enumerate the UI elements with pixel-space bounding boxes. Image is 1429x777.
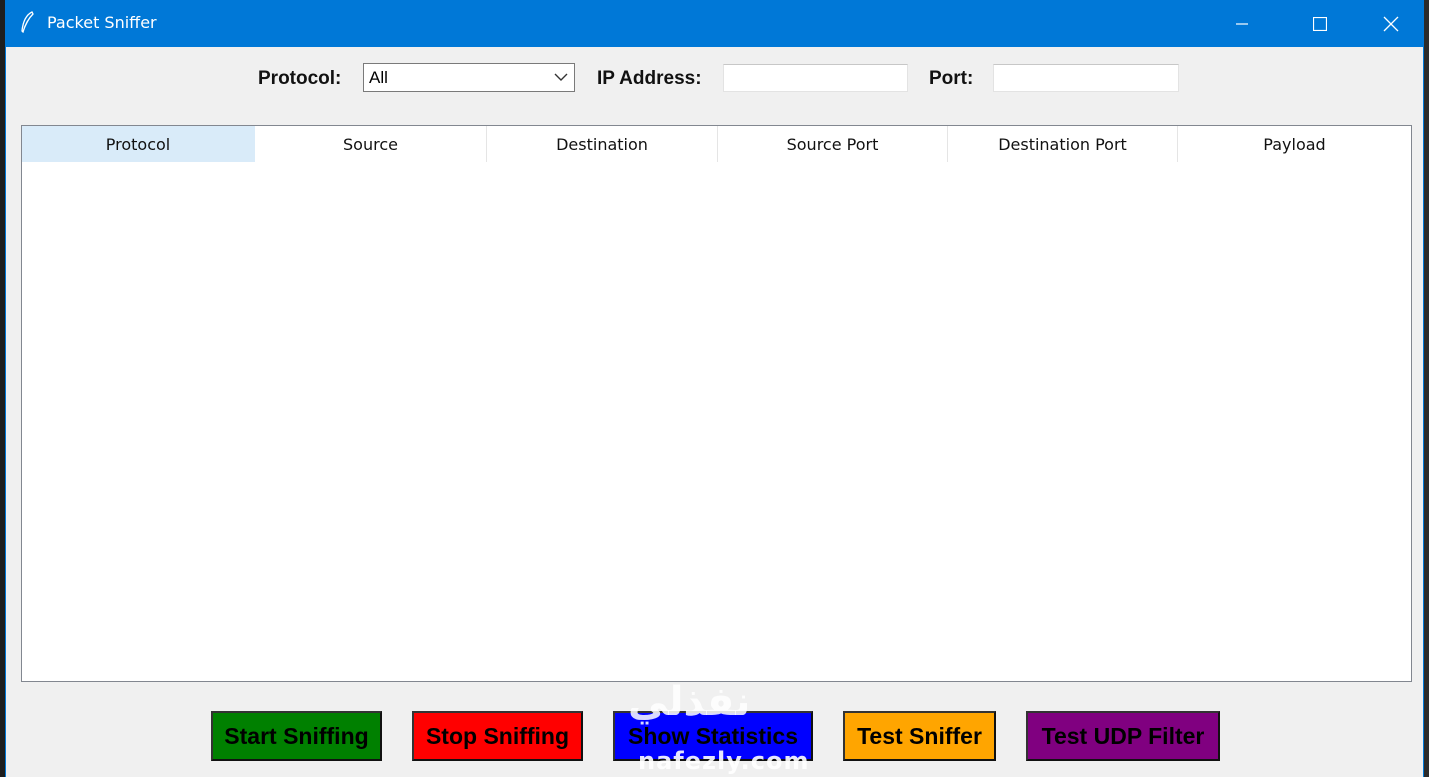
port-input[interactable]	[993, 64, 1179, 92]
test-sniffer-button[interactable]: Test Sniffer	[843, 711, 996, 761]
column-header-source[interactable]: Source	[255, 126, 487, 162]
protocol-combobox[interactable]: All	[363, 63, 575, 92]
window-title: Packet Sniffer	[47, 13, 157, 32]
packet-table[interactable]: Protocol Source Destination Source Port …	[21, 125, 1412, 682]
show-statistics-button[interactable]: Show Statistics	[613, 711, 813, 761]
protocol-combobox-value: All	[369, 68, 388, 87]
column-header-destination[interactable]: Destination	[487, 126, 718, 162]
close-button[interactable]	[1368, 0, 1414, 47]
protocol-label: Protocol:	[258, 68, 342, 89]
port-label: Port:	[929, 68, 974, 89]
minimize-icon	[1236, 22, 1248, 25]
test-udp-filter-button[interactable]: Test UDP Filter	[1026, 711, 1220, 761]
ip-address-label: IP Address:	[597, 68, 702, 89]
column-header-protocol[interactable]: Protocol	[22, 126, 255, 162]
app-window: Packet Sniffer Protocol: All IP Address:…	[5, 0, 1424, 777]
packet-table-header: Protocol Source Destination Source Port …	[22, 126, 1411, 162]
column-header-payload[interactable]: Payload	[1178, 126, 1411, 162]
close-icon	[1383, 16, 1399, 31]
stop-sniffing-button[interactable]: Stop Sniffing	[412, 711, 583, 761]
title-bar[interactable]: Packet Sniffer	[6, 0, 1423, 47]
maximize-button[interactable]	[1297, 0, 1343, 47]
ip-address-input[interactable]	[723, 64, 908, 92]
start-sniffing-button[interactable]: Start Sniffing	[211, 711, 382, 761]
minimize-button[interactable]	[1219, 0, 1265, 47]
column-header-destination-port[interactable]: Destination Port	[948, 126, 1178, 162]
chevron-down-icon[interactable]	[554, 72, 568, 82]
column-header-source-port[interactable]: Source Port	[718, 126, 948, 162]
maximize-icon	[1313, 16, 1327, 31]
feather-icon	[21, 11, 34, 33]
